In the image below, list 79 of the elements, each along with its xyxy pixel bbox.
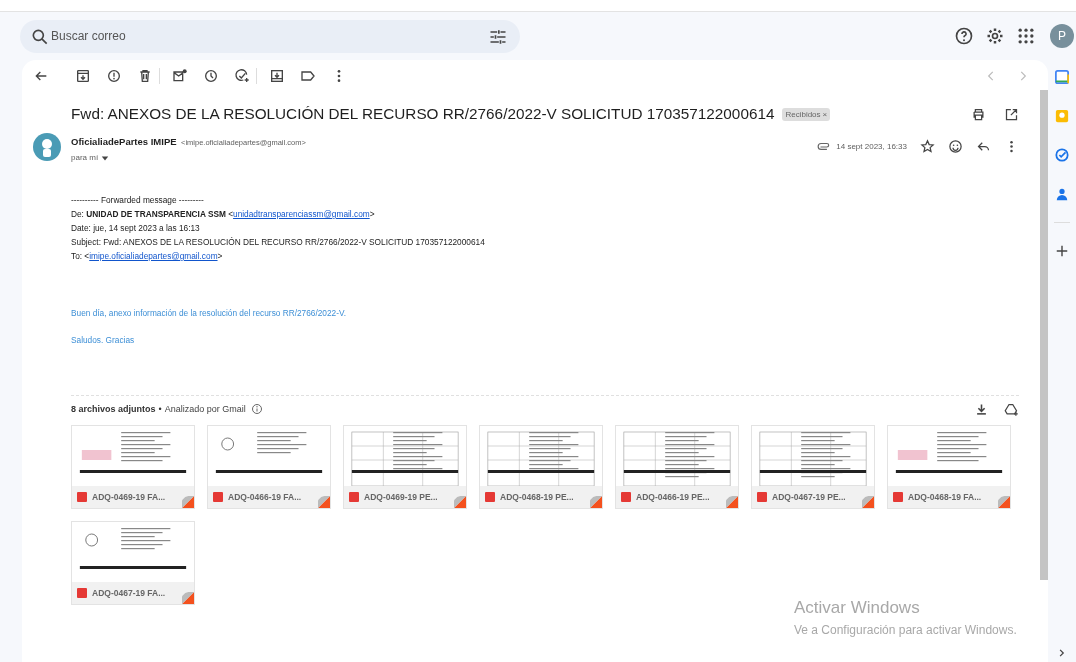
attachment-card[interactable]: ADQ-0468-19 FA... [887, 424, 1011, 509]
message-date: 14 sept 2023, 16:33 [836, 142, 907, 151]
pdf-icon [757, 491, 767, 502]
plus-icon[interactable] [1055, 244, 1069, 258]
attachment-card[interactable]: ADQ-0469-19 FA... [71, 424, 195, 509]
star-icon[interactable] [920, 139, 935, 154]
pdf-icon [77, 491, 87, 502]
label-icon[interactable] [300, 68, 316, 84]
attachment-card[interactable]: ADQ-0469-19 PE... [343, 424, 467, 509]
add-to-drive-icon[interactable] [1004, 401, 1019, 417]
pdf-icon [485, 491, 495, 502]
tasks-icon[interactable] [1055, 148, 1069, 162]
pdf-icon [893, 491, 903, 502]
contacts-icon[interactable] [1055, 187, 1069, 201]
attachment-name: ADQ-0468-19 PE... [500, 491, 574, 502]
forwarded-header-line: To: <imipe.oficialiadepartes@gmail.com> [71, 251, 224, 262]
settings-icon[interactable] [985, 26, 1005, 46]
pdf-icon [213, 491, 223, 502]
info-icon[interactable] [250, 403, 263, 416]
mark-unread-icon[interactable] [172, 68, 188, 84]
attachment-name: ADQ-0469-19 FA... [92, 491, 166, 502]
report-spam-icon[interactable] [106, 68, 122, 84]
folded-corner-icon [590, 495, 602, 508]
print-icon[interactable] [971, 106, 986, 122]
avatar-icon [33, 132, 61, 161]
attachment-card[interactable]: ADQ-0467-19 FA... [71, 520, 195, 605]
open-in-new-window-icon[interactable] [1004, 106, 1019, 122]
attachment-card[interactable]: ADQ-0466-19 PE... [615, 424, 739, 509]
email-subject: Fwd: ANEXOS DE LA RESOLUCIÓN DEL RECURSO RR/2766/2022-V SOLICITUD 170357122000614 [71, 105, 775, 123]
help-icon[interactable] [954, 26, 974, 46]
separator-dot: • [158, 404, 162, 415]
attachment-name: ADQ-0469-19 PE... [364, 491, 438, 502]
pdf-icon [77, 587, 87, 598]
forwarded-header-line: ---------- Forwarded message --------- [71, 196, 205, 206]
attachment-name: ADQ-0466-19 FA... [228, 491, 302, 502]
scrollbar[interactable] [1040, 90, 1048, 580]
activation-message: Ve a Configuración para activar Windows. [794, 623, 1017, 637]
folded-corner-icon [318, 495, 330, 508]
apps-grid-icon[interactable] [1016, 26, 1036, 46]
folded-corner-icon [182, 591, 194, 604]
email-link[interactable]: unidadtransparenciassm@gmail.com [233, 208, 370, 219]
folded-corner-icon [998, 495, 1010, 508]
clock-icon[interactable] [203, 68, 219, 84]
attachment-count: 8 archivos adjuntos [71, 404, 156, 415]
move-to-icon[interactable] [269, 68, 285, 84]
activation-title: Activar Windows [794, 598, 921, 618]
email-link[interactable]: imipe.oficialiadepartes@gmail.com [89, 250, 218, 261]
trash-icon[interactable] [137, 68, 153, 84]
folded-corner-icon [182, 495, 194, 508]
pdf-icon [621, 491, 631, 502]
recipient-dropdown[interactable]: para mí [71, 153, 306, 162]
attachment-name: ADQ-0467-19 PE... [772, 491, 846, 502]
sender-name: OficialiadePartes IMIPE [71, 136, 177, 147]
account-avatar[interactable]: P [1050, 24, 1074, 48]
folded-corner-icon [862, 495, 874, 508]
forwarded-header-line: Date: jue, 14 sept 2023 a las 16:13 [71, 223, 201, 234]
scan-status: Analizado por Gmail [164, 404, 246, 415]
folded-corner-icon [454, 495, 466, 508]
attachment-name: ADQ-0466-19 PE... [636, 491, 710, 502]
forwarded-header-line: Subject: Fwd: ANEXOS DE LA RESOLUCIÓN DEL RECURSO RR/2766/2022-V SOLICITUD 170357122000614 [71, 237, 486, 248]
pdf-icon [349, 491, 359, 502]
attachment-card[interactable]: ADQ-0468-19 PE... [479, 424, 603, 509]
attachment-card[interactable]: ADQ-0466-19 FA... [207, 424, 331, 509]
forwarded-header-line: De: UNIDAD DE TRANSPARENCIA SSM <unidadtransparenciassm@gmail.com> [71, 209, 376, 220]
expand-chevron-icon[interactable] [1057, 648, 1067, 658]
attachment-card[interactable]: ADQ-0467-19 PE... [751, 424, 875, 509]
label-text: Recibidos [785, 109, 821, 119]
message-paragraph: Saludos. Gracias [71, 335, 136, 346]
attachment-name: ADQ-0467-19 FA... [92, 587, 166, 598]
emoji-icon[interactable] [948, 139, 963, 154]
archive-icon[interactable] [75, 68, 91, 84]
attachment-name: ADQ-0468-19 FA... [908, 491, 982, 502]
folded-corner-icon [726, 495, 738, 508]
caret-icon [101, 153, 110, 162]
add-task-icon[interactable] [234, 68, 250, 84]
calendar-icon[interactable] [1055, 70, 1069, 84]
search-field[interactable]: Buscar correo [20, 19, 520, 53]
message-paragraph: Buen día, anexo información de la resolución del recurso RR/2766/2022-V. [71, 308, 348, 319]
remove-label-button[interactable]: × [822, 109, 828, 119]
